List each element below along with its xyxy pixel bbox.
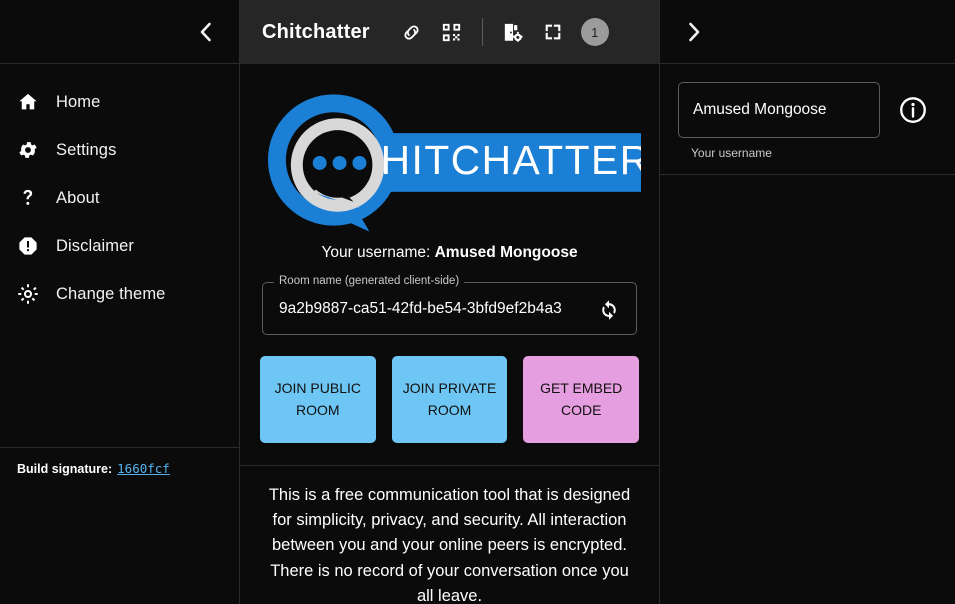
main-panel: Chitchatter 1 HITCHATTER Your username: … — [239, 0, 660, 604]
right-panel-body — [660, 175, 955, 604]
main-content: HITCHATTER Your username: Amused Mongoos… — [240, 64, 659, 604]
exclamation-octagon-icon — [14, 235, 56, 257]
sidebar: Home Settings About Disclaimer Change th… — [0, 0, 239, 604]
build-signature-hash-link[interactable]: 1660fcf — [117, 461, 170, 476]
home-icon — [14, 91, 56, 113]
username-field-group: Your username — [678, 82, 880, 160]
brightness-icon — [14, 283, 56, 305]
username-prefix: Your username: — [321, 244, 431, 261]
refresh-icon[interactable] — [592, 292, 626, 326]
topbar-actions: 1 — [394, 14, 609, 50]
sidebar-header — [0, 0, 239, 64]
app-root: Home Settings About Disclaimer Change th… — [0, 0, 955, 604]
sidebar-item-settings[interactable]: Settings — [0, 126, 239, 174]
get-embed-code-button[interactable]: GET EMBED CODE — [523, 356, 640, 443]
sidebar-nav: Home Settings About Disclaimer Change th… — [0, 64, 239, 318]
build-signature: Build signature: 1660fcf — [0, 446, 239, 476]
room-name-field[interactable]: Room name (generated client-side) 9a2b98… — [262, 275, 637, 335]
sidebar-footer-fill — [0, 476, 239, 604]
peer-count-badge[interactable]: 1 — [580, 18, 609, 46]
qr-code-icon[interactable] — [434, 14, 470, 50]
sidebar-item-label: About — [56, 188, 100, 207]
fullscreen-icon[interactable] — [535, 14, 571, 50]
sidebar-item-label: Change theme — [56, 284, 166, 303]
sidebar-item-label: Disclaimer — [56, 236, 135, 255]
right-panel-expand-button[interactable] — [678, 16, 710, 48]
info-icon[interactable] — [896, 93, 930, 127]
room-actions: JOIN PUBLIC ROOM JOIN PRIVATE ROOM GET E… — [258, 356, 641, 443]
right-panel-header — [660, 0, 955, 64]
current-username-line: Your username: Amused Mongoose — [258, 236, 641, 274]
join-public-room-button[interactable]: JOIN PUBLIC ROOM — [260, 356, 376, 443]
app-topbar: Chitchatter 1 — [240, 0, 659, 64]
room-name-input[interactable]: 9a2b9887-ca51-42fd-be54-3bfd9ef2b4a3 — [279, 300, 592, 318]
username-helper-text: Your username — [691, 146, 772, 160]
gear-icon — [14, 139, 56, 161]
app-logo: HITCHATTER — [258, 76, 641, 236]
app-description: This is a free communication tool that i… — [268, 486, 631, 604]
room-settings-icon[interactable] — [495, 14, 531, 50]
app-title: Chitchatter — [262, 20, 370, 43]
link-icon[interactable] — [394, 14, 430, 50]
sidebar-item-change-theme[interactable]: Change theme — [0, 270, 239, 318]
join-private-room-button[interactable]: JOIN PRIVATE ROOM — [391, 356, 508, 443]
right-panel: Your username — [660, 0, 955, 604]
room-name-legend: Room name (generated client-side) — [274, 275, 465, 287]
question-mark-icon — [14, 187, 56, 209]
username-input[interactable] — [678, 82, 880, 138]
sidebar-item-disclaimer[interactable]: Disclaimer — [0, 222, 239, 270]
svg-text:HITCHATTER: HITCHATTER — [381, 137, 641, 183]
sidebar-item-label: Home — [56, 92, 101, 111]
sidebar-item-home[interactable]: Home — [0, 78, 239, 126]
build-signature-label: Build signature: — [17, 461, 113, 476]
username-settings: Your username — [660, 64, 955, 175]
home-card: HITCHATTER Your username: Amused Mongoos… — [240, 64, 659, 466]
sidebar-collapse-button[interactable] — [189, 16, 221, 48]
sidebar-item-about[interactable]: About — [0, 174, 239, 222]
topbar-divider — [481, 18, 483, 46]
username-value: Amused Mongoose — [434, 244, 578, 261]
sidebar-item-label: Settings — [56, 140, 117, 159]
